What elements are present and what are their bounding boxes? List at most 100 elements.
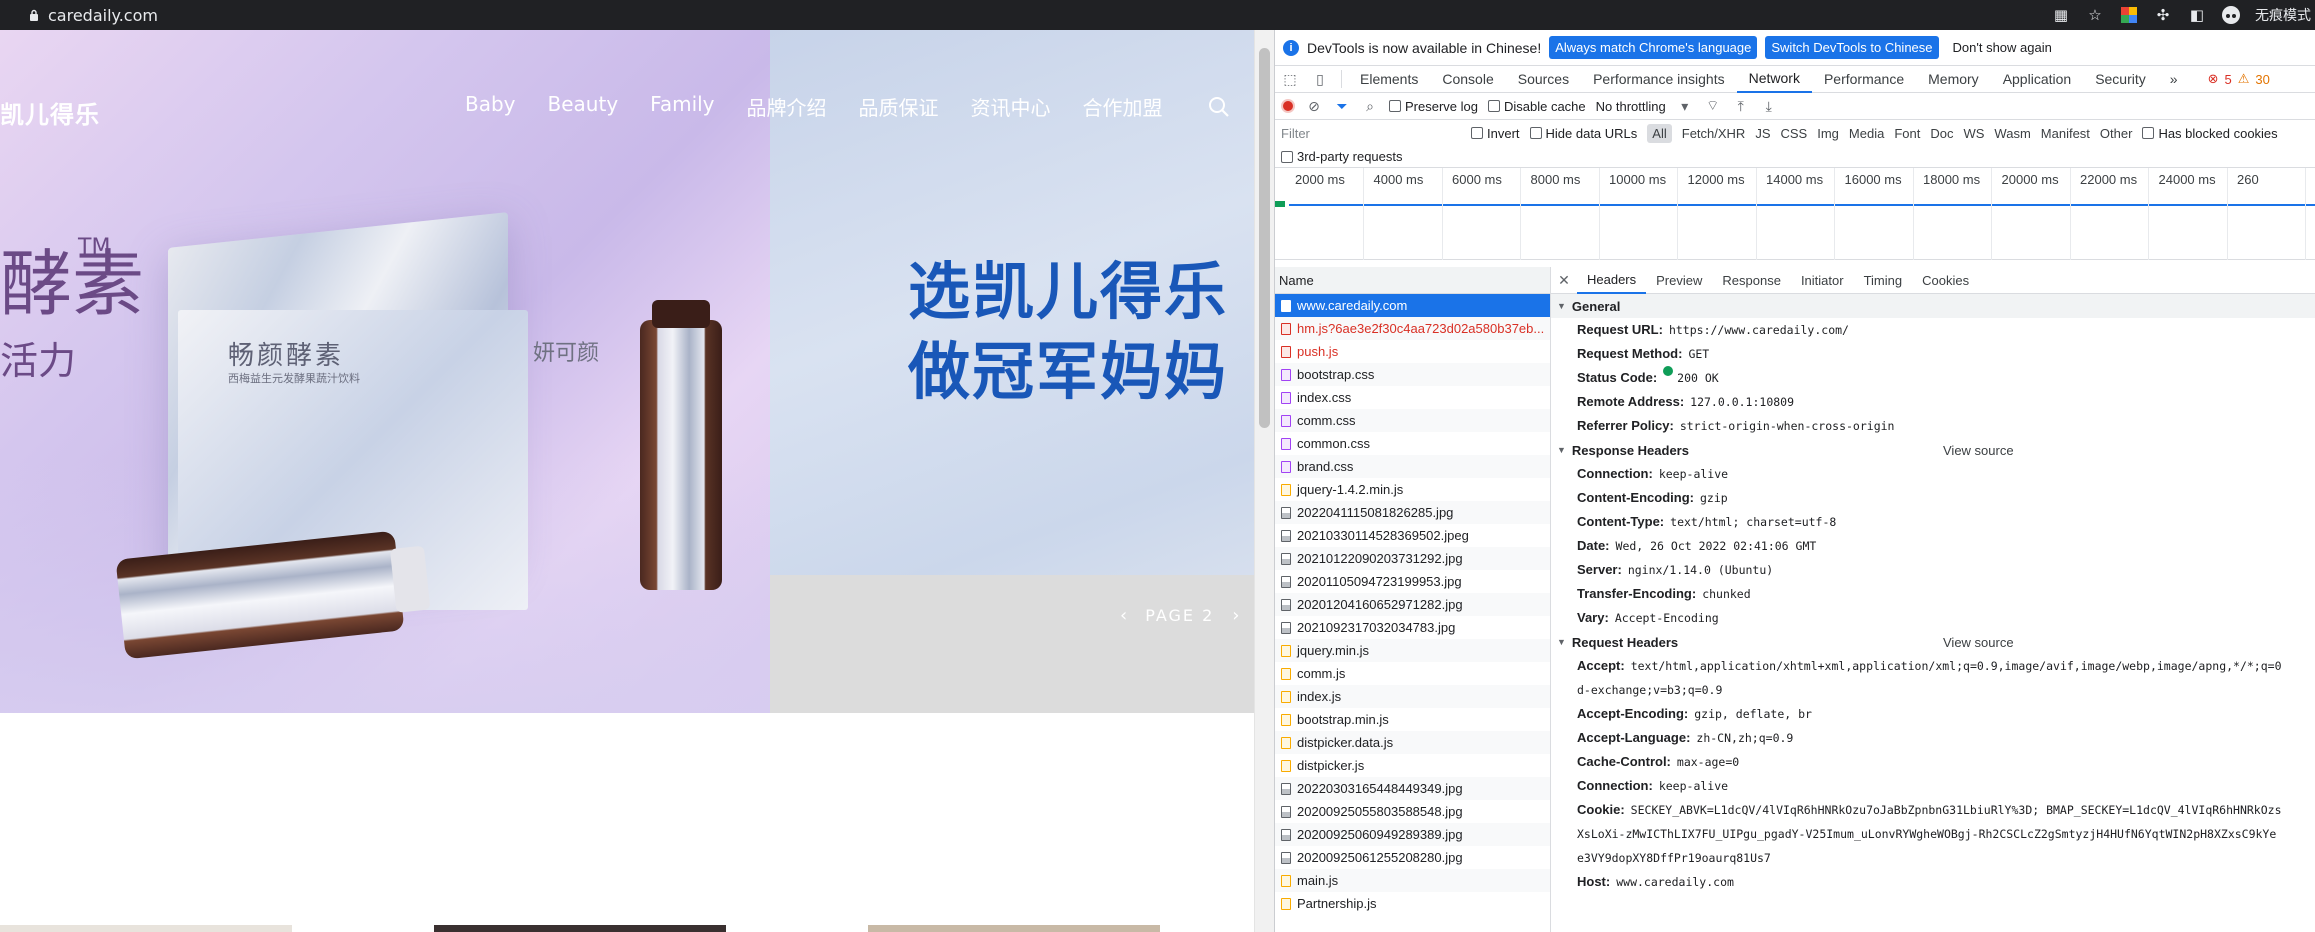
nav-item-baby[interactable]: Baby [465, 92, 516, 121]
checkbox-icon[interactable] [1529, 127, 1542, 139]
tab-network[interactable]: Network [1736, 66, 1812, 93]
chevron-left-icon[interactable]: ‹ [1120, 605, 1127, 626]
side-panel-icon[interactable]: ◧ [2187, 5, 2207, 25]
request-row[interactable]: 20200925060949289389.jpg [1275, 823, 1550, 846]
content-thumbnail[interactable] [434, 925, 726, 932]
checkbox-icon[interactable] [1487, 100, 1500, 112]
filter-type-doc[interactable]: Doc [1930, 126, 1953, 141]
preserve-log-checkbox[interactable]: Preserve log [1389, 99, 1478, 114]
nav-item-news[interactable]: 资讯中心 [971, 92, 1051, 121]
request-row[interactable]: 20210330114528369502.jpeg [1275, 524, 1550, 547]
request-row[interactable]: push.js [1275, 340, 1550, 363]
filter-funnel-icon[interactable]: ⏷ [1333, 97, 1351, 115]
filter-type-wasm[interactable]: Wasm [1994, 126, 2030, 141]
content-thumbnail[interactable] [0, 925, 292, 932]
name-column-header[interactable]: Name [1275, 267, 1550, 294]
qr-code-icon[interactable]: ▦ [2051, 5, 2071, 25]
more-tabs-icon[interactable]: » [2158, 66, 2190, 93]
request-row[interactable]: common.css [1275, 432, 1550, 455]
request-row[interactable]: bootstrap.min.js [1275, 708, 1550, 731]
checkbox-icon[interactable] [2142, 127, 2155, 139]
checkbox-icon[interactable] [1389, 100, 1401, 112]
incognito-label[interactable]: 无痕模式 [2255, 5, 2311, 25]
tab-memory[interactable]: Memory [1916, 66, 1991, 93]
clear-icon[interactable]: ⊘ [1305, 97, 1323, 115]
filter-type-manifest[interactable]: Manifest [2041, 126, 2090, 141]
request-row[interactable]: jquery-1.4.2.min.js [1275, 478, 1550, 501]
request-row[interactable]: www.caredaily.com [1275, 294, 1550, 317]
third-party-checkbox[interactable]: 3rd-party requests [1281, 149, 1403, 164]
tab-performance-insights[interactable]: Performance insights [1581, 66, 1737, 93]
request-row[interactable]: bootstrap.css [1275, 363, 1550, 386]
request-row[interactable]: brand.css [1275, 455, 1550, 478]
request-row[interactable]: 20200925055803588548.jpg [1275, 800, 1550, 823]
view-source-link[interactable]: View source [1943, 443, 2014, 458]
request-row[interactable]: hm.js?6ae3e2f30c4aa723d02a580b37eb... [1275, 317, 1550, 340]
issue-counters[interactable]: ⊗ 5 ⚠ 30 [2208, 71, 2270, 87]
network-conditions-icon[interactable]: ⌔ [1704, 97, 1722, 115]
tab-security[interactable]: Security [2083, 66, 2158, 93]
nav-item-brand[interactable]: 品牌介绍 [747, 92, 827, 121]
tab-console[interactable]: Console [1430, 66, 1505, 93]
dont-show-again-button[interactable]: Don't show again [1947, 36, 2058, 59]
request-row[interactable]: Partnership.js [1275, 892, 1550, 915]
disable-cache-checkbox[interactable]: Disable cache [1487, 99, 1586, 114]
request-row[interactable]: 20210923170320347​83.jpg [1275, 616, 1550, 639]
nav-item-family[interactable]: Family [650, 92, 714, 121]
url-text[interactable]: caredaily.com [48, 6, 158, 25]
view-source-link[interactable]: View source [1943, 635, 2014, 650]
extensions-puzzle-icon[interactable]: ✣ [2153, 5, 2173, 25]
filter-type-all[interactable]: All [1647, 123, 1672, 143]
request-row[interactable]: index.js [1275, 685, 1550, 708]
request-row[interactable]: distpicker.data.js [1275, 731, 1550, 754]
tab-timing[interactable]: Timing [1854, 267, 1913, 294]
site-logo[interactable]: 凯儿得乐 [0, 95, 100, 130]
tab-preview[interactable]: Preview [1646, 267, 1712, 294]
tab-headers[interactable]: Headers [1577, 267, 1647, 294]
tab-application[interactable]: Application [1991, 66, 2084, 93]
checkbox-icon[interactable] [1471, 127, 1483, 139]
nav-item-beauty[interactable]: Beauty [548, 92, 619, 121]
switch-language-button[interactable]: Switch DevTools to Chinese [1765, 36, 1939, 59]
request-row[interactable]: 20201204160652971282.jpg [1275, 593, 1550, 616]
bookmark-star-icon[interactable]: ☆ [2085, 5, 2105, 25]
tab-elements[interactable]: Elements [1348, 66, 1430, 93]
blocked-cookies-checkbox[interactable]: Has blocked cookies [2142, 126, 2278, 141]
incognito-icon[interactable] [2221, 5, 2241, 25]
request-row[interactable]: main.js [1275, 869, 1550, 892]
filter-type-font[interactable]: Font [1894, 126, 1920, 141]
general-section-header[interactable]: ▼ General [1551, 294, 2315, 318]
request-row[interactable]: comm.js [1275, 662, 1550, 685]
filter-input[interactable]: Filter [1281, 123, 1461, 143]
nav-item-quality[interactable]: 品质保证 [859, 92, 939, 121]
import-har-icon[interactable]: ⤒ [1732, 97, 1750, 115]
tab-sources[interactable]: Sources [1506, 66, 1581, 93]
export-har-icon[interactable]: ⤓ [1760, 97, 1778, 115]
request-row[interactable]: distpicker.js [1275, 754, 1550, 777]
extension-colorful-icon[interactable] [2119, 5, 2139, 25]
filter-type-js[interactable]: JS [1755, 126, 1770, 141]
request-row[interactable]: 20220303165448449349.jpg [1275, 777, 1550, 800]
invert-checkbox[interactable]: Invert [1471, 126, 1520, 141]
hero-banner-slide[interactable]: 选凯儿得乐 做冠军妈妈 ‹ PAGE 2 › [770, 30, 1254, 713]
request-row[interactable]: comm.css [1275, 409, 1550, 432]
filter-type-media[interactable]: Media [1849, 126, 1884, 141]
request-row[interactable]: 20210122090203731292.jpg [1275, 547, 1550, 570]
page-scrollbar[interactable] [1254, 30, 1274, 932]
tab-response[interactable]: Response [1712, 267, 1791, 294]
inspect-element-icon[interactable]: ⬚ [1275, 66, 1305, 93]
nav-item-franchise[interactable]: 合作加盟 [1083, 92, 1163, 121]
hide-data-urls-checkbox[interactable]: Hide data URLs [1529, 126, 1637, 141]
filter-type-css[interactable]: CSS [1781, 126, 1808, 141]
request-row[interactable]: index.css [1275, 386, 1550, 409]
match-language-button[interactable]: Always match Chrome's language [1549, 36, 1758, 59]
search-icon[interactable]: ⌕ [1361, 97, 1379, 115]
chevron-down-icon[interactable]: ▾ [1676, 97, 1694, 115]
network-overview-timeline[interactable]: 2000 ms 4000 ms 6000 ms 8000 ms 10000 ms 1200… [1275, 168, 2315, 260]
scrollbar-thumb[interactable] [1259, 48, 1270, 428]
device-toolbar-icon[interactable]: ▯ [1305, 66, 1335, 93]
hero-banner-product[interactable]: 酵素 TM 活力 畅颜酵素 西梅益生元发酵果蔬汁饮料 妍可颜 [0, 30, 770, 713]
response-headers-section-header[interactable]: ▼ Response Headers View source [1551, 438, 2315, 462]
record-icon[interactable] [1281, 99, 1295, 113]
tab-initiator[interactable]: Initiator [1791, 267, 1854, 294]
